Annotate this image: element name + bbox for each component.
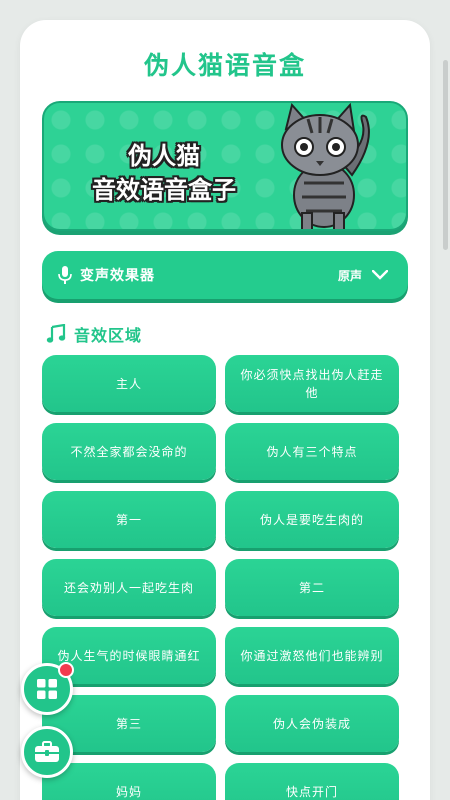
sound-button[interactable]: 第二 [225,559,399,616]
chevron-down-icon [372,270,388,280]
banner-text: 伪人猫 音效语音盒子 [74,139,254,207]
scrollbar[interactable] [443,60,448,250]
cat-illustration [281,103,370,229]
apps-button[interactable] [21,662,74,715]
sound-button[interactable]: 你必须快点找出伪人赶走他 [225,355,399,412]
sounds-section-title: 音效区域 [74,326,143,345]
main-card: 伪人猫语音盒 伪人猫 音效语音盒子 变声效果器 原声 音效区域 主人 你必须快点… [20,20,430,800]
sound-button[interactable]: 你通过激怒他们也能辨别 [225,627,399,684]
banner[interactable]: 伪人猫 音效语音盒子 [42,101,408,231]
toolbox-icon [35,741,59,762]
grid-icon [37,679,57,699]
sound-button[interactable]: 主人 [42,355,216,412]
sounds-section-header: 音效区域 [46,322,142,346]
sound-button[interactable]: 伪人是要吃生肉的 [225,491,399,548]
notification-badge [58,662,74,678]
page-title: 伪人猫语音盒 [143,51,306,80]
voice-changer-value: 原声 [337,268,362,283]
banner-line-2: 音效语音盒子 [92,176,236,204]
banner-line-1: 伪人猫 [128,142,200,170]
voice-changer-dropdown[interactable]: 变声效果器 原声 [42,251,408,299]
sound-button[interactable]: 第一 [42,491,216,548]
voice-changer-label: 变声效果器 [80,268,155,284]
sound-button[interactable]: 伪人有三个特点 [225,423,399,480]
toolbox-button[interactable] [21,726,73,778]
sound-button[interactable]: 妈妈 [42,763,216,800]
sound-button[interactable]: 伪人会伪装成 [225,695,399,752]
music-note-icon [46,324,66,343]
sound-button[interactable]: 还会劝别人一起吃生肉 [42,559,216,616]
sound-button[interactable]: 不然全家都会没命的 [42,423,216,480]
sound-button[interactable]: 快点开门 [225,763,399,800]
microphone-icon [58,266,72,284]
